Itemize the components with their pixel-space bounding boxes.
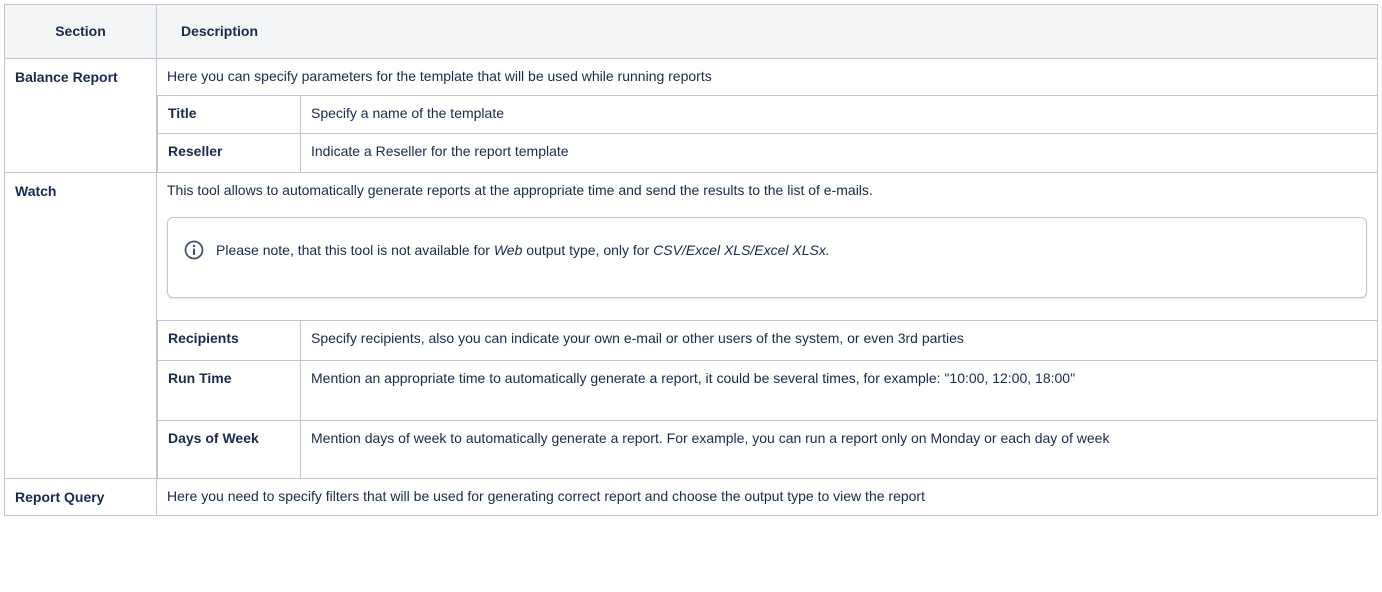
field-description: Specify a name of the template (300, 95, 1378, 134)
nested-row: Days of Week Mention days of week to aut… (157, 419, 1378, 478)
description-cell: Here you need to specify filters that wi… (156, 478, 1378, 516)
note-emphasis: Web (493, 241, 523, 258)
description-cell: Here you can specify parameters for the … (156, 58, 1378, 173)
note-emphasis: CSV/Excel XLS/Excel XLSx. (653, 241, 830, 258)
header-description: Description (156, 4, 1378, 59)
description-text: This tool allows to automatically genera… (167, 181, 873, 198)
table-row: Watch This tool allows to automatically … (4, 171, 1378, 479)
nested-row: Title Specify a name of the template (157, 95, 1378, 134)
info-panel-wrap: Please note, that this tool is not avail… (157, 216, 1377, 320)
field-description: Mention days of week to automatically ge… (300, 419, 1378, 478)
description-text: Here you need to specify filters that wi… (167, 488, 925, 504)
table-row: Balance Report Here you can specify para… (4, 58, 1378, 173)
nested-row: Reseller Indicate a Reseller for the rep… (157, 133, 1378, 172)
nested-row: Recipients Specify recipients, also you … (157, 319, 1378, 361)
note-text: output type, only for (522, 241, 654, 258)
nested-table: Recipients Specify recipients, also you … (157, 319, 1378, 478)
description-cell: This tool allows to automatically genera… (156, 171, 1378, 479)
section-name: Report Query (4, 478, 157, 516)
table-header-row: Section Description (4, 4, 1378, 59)
field-label: Days of Week (157, 419, 301, 478)
info-panel: Please note, that this tool is not avail… (167, 216, 1367, 298)
header-section: Section (4, 4, 157, 59)
nested-row: Run Time Mention an appropriate time to … (157, 359, 1378, 421)
field-description: Mention an appropriate time to automatic… (300, 359, 1378, 421)
info-icon (184, 240, 204, 259)
section-name: Watch (4, 171, 157, 479)
field-description: Indicate a Reseller for the report templ… (300, 133, 1378, 172)
sections-table: Section Description Balance Report Here … (4, 4, 1378, 516)
field-description: Specify recipients, also you can indicat… (300, 319, 1378, 361)
nested-table: Title Specify a name of the template Res… (157, 95, 1378, 172)
field-label: Recipients (157, 319, 301, 361)
description-text: Here you can specify parameters for the … (167, 68, 712, 84)
section-name: Balance Report (4, 58, 157, 173)
field-label: Title (157, 95, 301, 134)
info-panel-text: Please note, that this tool is not avail… (216, 240, 830, 260)
field-label: Run Time (157, 359, 301, 421)
table-row: Report Query Here you need to specify fi… (4, 478, 1378, 516)
note-text: Please note, that this tool is not avail… (216, 241, 494, 258)
field-label: Reseller (157, 133, 301, 172)
